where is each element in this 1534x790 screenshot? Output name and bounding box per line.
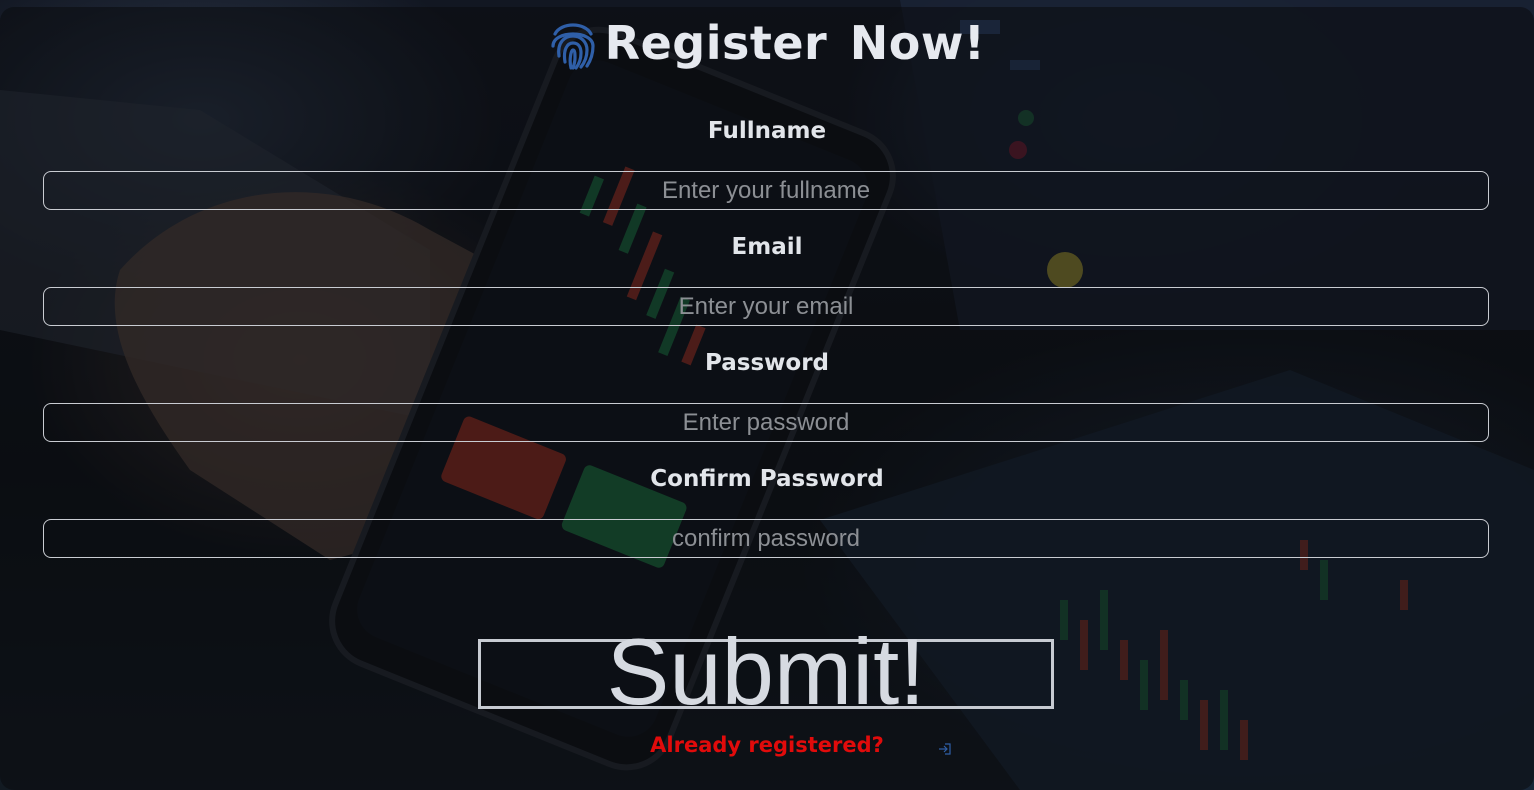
password-label: Password xyxy=(705,350,829,376)
fullname-input[interactable] xyxy=(43,171,1489,210)
page-title: Register Now! xyxy=(604,16,986,70)
submit-button-label: Submit! xyxy=(606,619,926,724)
fullname-label: Fullname xyxy=(707,118,827,144)
sign-in-icon[interactable] xyxy=(938,742,952,756)
confirm-password-label: Confirm Password xyxy=(650,466,884,492)
submit-button[interactable]: Submit! xyxy=(478,619,1054,724)
login-prompt: Already registered? xyxy=(0,733,1534,757)
page-header: Register Now! xyxy=(0,16,1534,70)
already-registered-link[interactable]: Already registered? xyxy=(650,733,884,757)
email-input[interactable] xyxy=(43,287,1489,326)
confirm-password-input[interactable] xyxy=(43,519,1489,558)
email-label: Email xyxy=(731,234,803,260)
password-input[interactable] xyxy=(43,403,1489,442)
fingerprint-icon xyxy=(551,23,595,70)
